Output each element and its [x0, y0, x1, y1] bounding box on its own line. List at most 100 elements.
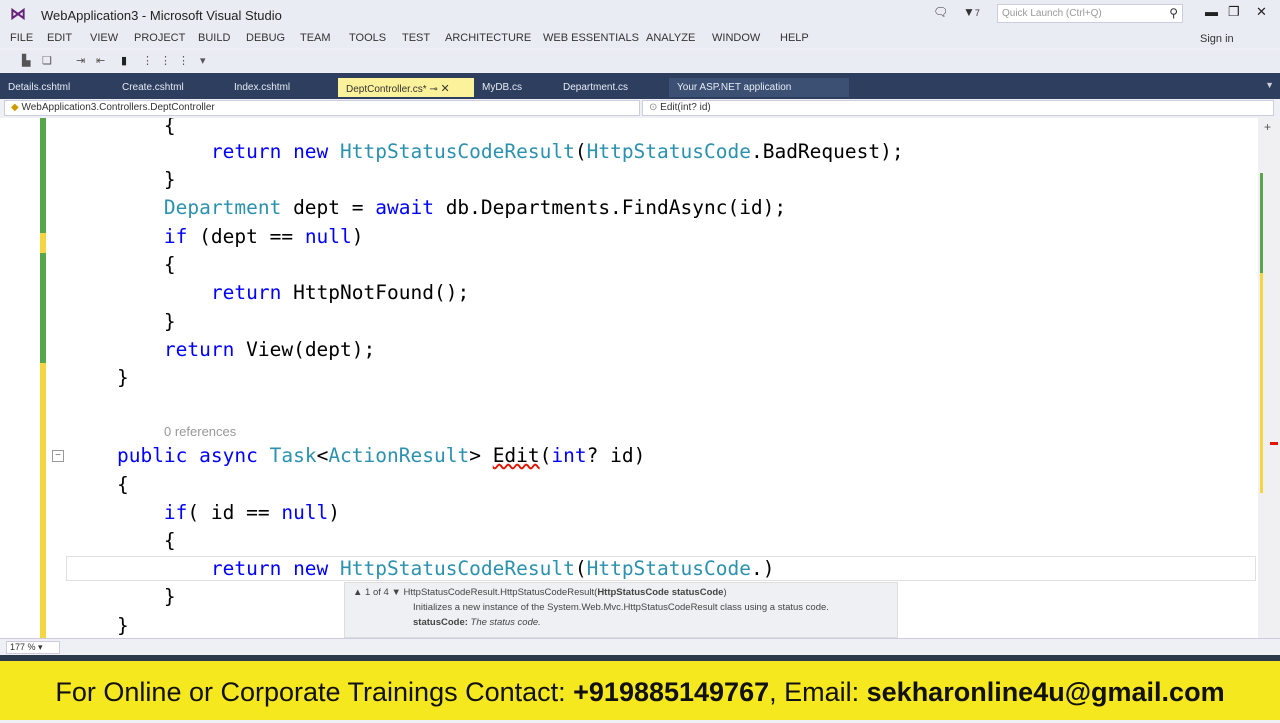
code-text: {: [70, 253, 176, 276]
menu-web-essentials[interactable]: WEB ESSENTIALS: [543, 32, 639, 44]
tab-department-cs[interactable]: Department.cs: [555, 78, 667, 97]
menu-view[interactable]: VIEW: [90, 32, 118, 44]
copy-icon[interactable]: ❏: [42, 54, 52, 67]
saved-change-marker: [40, 253, 46, 363]
tab-mydb-cs[interactable]: MyDB.cs: [474, 78, 554, 97]
close-button[interactable]: ✕: [1256, 4, 1267, 20]
split-icon[interactable]: +: [1264, 120, 1271, 134]
menu-debug[interactable]: DEBUG: [246, 32, 285, 44]
menu-build[interactable]: BUILD: [198, 32, 230, 44]
code-line: return new HttpStatusCodeResult(HttpStat…: [70, 557, 775, 581]
visual-studio-logo-icon: ⋈: [10, 6, 26, 23]
code-keyword: null: [281, 501, 329, 524]
param-name: statusCode:: [413, 617, 468, 628]
next-bookmark-icon[interactable]: ⋮: [160, 54, 171, 67]
tab-label: MyDB.cs: [482, 82, 522, 93]
menu-team[interactable]: TEAM: [300, 32, 331, 44]
code-editor[interactable]: 0 references − ▲ 1 of 4 ▼ HttpStatusCode…: [0, 118, 1258, 638]
code-text: {: [70, 529, 176, 552]
code-keyword: if: [163, 501, 188, 524]
menu-architecture[interactable]: ARCHITECTURE: [445, 32, 531, 44]
code-text: >: [469, 444, 493, 467]
menu-file[interactable]: FILE: [10, 32, 33, 44]
parameter-info-tooltip: ▲ 1 of 4 ▼ HttpStatusCodeResult.HttpStat…: [344, 582, 898, 638]
code-line: }: [70, 366, 129, 390]
code-text: }: [70, 585, 176, 608]
overload-up-icon[interactable]: ▲: [353, 587, 365, 598]
code-text: {: [70, 118, 176, 137]
overload-down-icon[interactable]: ▼: [389, 587, 404, 598]
code-line: }: [70, 168, 176, 192]
menu-analyze[interactable]: ANALYZE: [646, 32, 695, 44]
zoom-dropdown[interactable]: 177 % ▾: [6, 641, 60, 654]
code-line: if( id == null): [70, 501, 340, 525]
toolbar-overflow-icon[interactable]: ▾: [200, 54, 206, 67]
menu-test[interactable]: TEST: [402, 32, 430, 44]
tab-your-asp-net-application[interactable]: Your ASP.NET application: [669, 78, 849, 97]
sign-in-link[interactable]: Sign in: [1200, 33, 1234, 45]
code-keyword: if: [163, 225, 188, 248]
feedback-icon[interactable]: 🗨: [933, 5, 948, 19]
code-keyword: null: [304, 225, 352, 248]
tab-overflow-chevron-icon[interactable]: ▼: [1265, 80, 1274, 90]
collapse-toggle[interactable]: −: [52, 450, 64, 462]
code-type: HttpStatusCode: [586, 557, 751, 580]
class-dropdown[interactable]: ◆ WebApplication3.Controllers.DeptContro…: [4, 100, 640, 116]
indent-icon[interactable]: ⇥: [76, 54, 85, 67]
tab-index-cshtml[interactable]: Index.cshtml: [226, 78, 320, 97]
code-text: (: [574, 140, 587, 163]
scroll-error-marker: [1270, 442, 1278, 445]
contact-banner: For Online or Corporate Trainings Contac…: [0, 661, 1280, 720]
unsaved-change-marker: [40, 233, 46, 253]
restore-button[interactable]: ❐: [1228, 4, 1240, 20]
code-text: }: [70, 168, 176, 191]
tab-create-cshtml[interactable]: Create.cshtml: [114, 78, 200, 97]
menu-help[interactable]: HELP: [780, 32, 809, 44]
code-lens-references[interactable]: 0 references: [164, 424, 236, 439]
menu-edit[interactable]: EDIT: [47, 32, 72, 44]
code-type: Department: [163, 196, 282, 219]
code-error-token: Edit: [492, 444, 540, 467]
code-line: Department dept = await db.Departments.F…: [70, 196, 786, 220]
tab-details-cshtml[interactable]: Details.cshtml: [0, 78, 86, 97]
param-description: The status code.: [470, 617, 541, 628]
code-line: {: [70, 118, 176, 138]
code-type: HttpStatusCode: [586, 140, 751, 163]
navigation-bar: ◆ WebApplication3.Controllers.DeptContro…: [0, 99, 1280, 117]
close-tab-icon[interactable]: ✕: [441, 83, 450, 95]
pin-icon[interactable]: ⊸: [427, 84, 441, 95]
document-tab-bar: ▼ Details.cshtml Create.cshtml Index.cshtm…: [0, 73, 1280, 99]
code-text: (dept ==: [187, 225, 305, 248]
code-keyword: await: [375, 196, 434, 219]
notification-count: 7: [974, 8, 980, 18]
bookmark-icon[interactable]: ▮: [121, 54, 127, 67]
minimize-button[interactable]: ▬: [1205, 4, 1218, 19]
signature-end: ): [723, 587, 727, 598]
menu-tools[interactable]: TOOLS: [349, 32, 386, 44]
menu-window[interactable]: WINDOW: [712, 32, 760, 44]
vertical-scrollbar[interactable]: +: [1258, 118, 1280, 638]
tab-label: Details.cshtml: [8, 82, 71, 93]
code-text: .BadRequest);: [750, 140, 904, 163]
outdent-icon[interactable]: ⇤: [96, 54, 105, 67]
member-dropdown[interactable]: ⊙ Edit(int? id): [642, 100, 1274, 116]
menu-bar: FILE EDIT VIEW PROJECT BUILD DEBUG TEAM TOOLS TE…: [0, 30, 1280, 48]
window-title: WebApplication3 - Microsoft Visual Studi…: [41, 8, 282, 23]
tab-deptcontroller-cs-[interactable]: DeptController.cs* ⊸ ✕: [338, 78, 474, 97]
notifications-flag-icon[interactable]: ▼7: [963, 5, 980, 19]
toolbar: ▙ ❏ ⇥ ⇤ ▮ ⋮ ⋮ ⋮ ▾: [0, 50, 1280, 72]
tab-label: Your ASP.NET application: [677, 82, 792, 93]
code-line: return new HttpStatusCodeResult(HttpStat…: [70, 140, 904, 164]
clear-bookmarks-icon[interactable]: ⋮: [178, 54, 189, 67]
menu-project[interactable]: PROJECT: [134, 32, 185, 44]
open-file-icon[interactable]: ▙: [22, 54, 30, 67]
prev-bookmark-icon[interactable]: ⋮: [142, 54, 153, 67]
quick-launch-input[interactable]: Quick Launch (Ctrl+Q) ⚲: [997, 4, 1183, 23]
code-text: .): [750, 557, 775, 580]
unsaved-change-marker: [40, 363, 46, 638]
code-keyword: return: [210, 281, 282, 304]
